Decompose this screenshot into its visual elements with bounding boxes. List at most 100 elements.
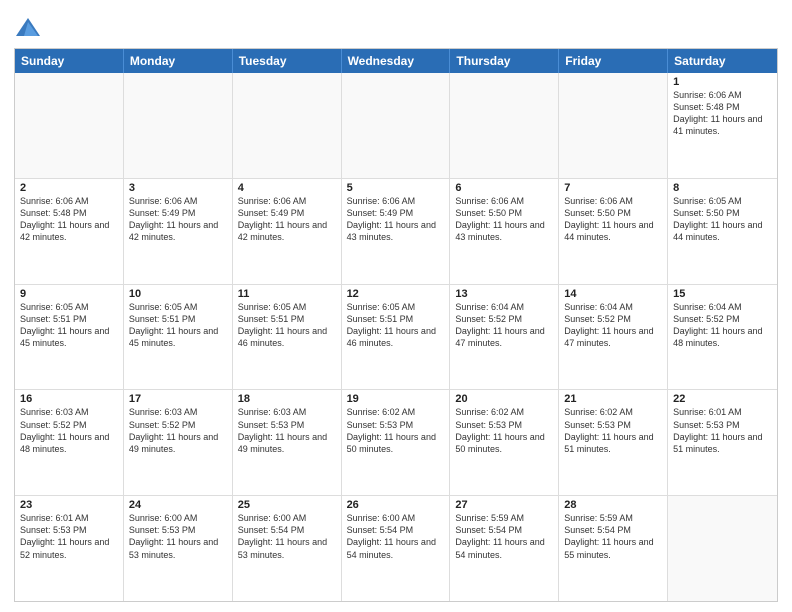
day-number: 26	[347, 499, 445, 511]
calendar-cell: 17Sunrise: 6:03 AM Sunset: 5:52 PM Dayli…	[124, 390, 233, 495]
day-number: 21	[564, 393, 662, 405]
cell-text: Sunrise: 6:06 AM Sunset: 5:49 PM Dayligh…	[347, 195, 445, 244]
day-number: 20	[455, 393, 553, 405]
day-number: 5	[347, 182, 445, 194]
cell-text: Sunrise: 6:01 AM Sunset: 5:53 PM Dayligh…	[673, 406, 772, 455]
calendar-cell: 9Sunrise: 6:05 AM Sunset: 5:51 PM Daylig…	[15, 285, 124, 390]
calendar-cell: 13Sunrise: 6:04 AM Sunset: 5:52 PM Dayli…	[450, 285, 559, 390]
calendar-cell: 11Sunrise: 6:05 AM Sunset: 5:51 PM Dayli…	[233, 285, 342, 390]
calendar: SundayMondayTuesdayWednesdayThursdayFrid…	[14, 48, 778, 602]
calendar-cell: 14Sunrise: 6:04 AM Sunset: 5:52 PM Dayli…	[559, 285, 668, 390]
day-number: 3	[129, 182, 227, 194]
day-number: 25	[238, 499, 336, 511]
cell-text: Sunrise: 6:04 AM Sunset: 5:52 PM Dayligh…	[673, 301, 772, 350]
cell-text: Sunrise: 6:03 AM Sunset: 5:52 PM Dayligh…	[129, 406, 227, 455]
calendar-cell: 27Sunrise: 5:59 AM Sunset: 5:54 PM Dayli…	[450, 496, 559, 601]
day-number: 1	[673, 76, 772, 88]
calendar-cell: 4Sunrise: 6:06 AM Sunset: 5:49 PM Daylig…	[233, 179, 342, 284]
calendar-cell: 25Sunrise: 6:00 AM Sunset: 5:54 PM Dayli…	[233, 496, 342, 601]
calendar-cell: 16Sunrise: 6:03 AM Sunset: 5:52 PM Dayli…	[15, 390, 124, 495]
calendar-cell: 3Sunrise: 6:06 AM Sunset: 5:49 PM Daylig…	[124, 179, 233, 284]
calendar-cell: 7Sunrise: 6:06 AM Sunset: 5:50 PM Daylig…	[559, 179, 668, 284]
cell-text: Sunrise: 6:02 AM Sunset: 5:53 PM Dayligh…	[564, 406, 662, 455]
calendar-header: SundayMondayTuesdayWednesdayThursdayFrid…	[15, 49, 777, 73]
day-number: 19	[347, 393, 445, 405]
cell-text: Sunrise: 6:03 AM Sunset: 5:53 PM Dayligh…	[238, 406, 336, 455]
cell-text: Sunrise: 6:06 AM Sunset: 5:49 PM Dayligh…	[238, 195, 336, 244]
calendar-cell	[124, 73, 233, 178]
cell-text: Sunrise: 6:05 AM Sunset: 5:51 PM Dayligh…	[129, 301, 227, 350]
page: SundayMondayTuesdayWednesdayThursdayFrid…	[0, 0, 792, 612]
calendar-cell: 12Sunrise: 6:05 AM Sunset: 5:51 PM Dayli…	[342, 285, 451, 390]
day-number: 4	[238, 182, 336, 194]
day-number: 13	[455, 288, 553, 300]
logo-icon	[14, 14, 42, 42]
cell-text: Sunrise: 6:00 AM Sunset: 5:53 PM Dayligh…	[129, 512, 227, 561]
calendar-cell: 19Sunrise: 6:02 AM Sunset: 5:53 PM Dayli…	[342, 390, 451, 495]
header-day-wednesday: Wednesday	[342, 49, 451, 73]
header-day-friday: Friday	[559, 49, 668, 73]
calendar-cell: 23Sunrise: 6:01 AM Sunset: 5:53 PM Dayli…	[15, 496, 124, 601]
day-number: 9	[20, 288, 118, 300]
day-number: 16	[20, 393, 118, 405]
calendar-row-0: 1Sunrise: 6:06 AM Sunset: 5:48 PM Daylig…	[15, 73, 777, 178]
cell-text: Sunrise: 6:06 AM Sunset: 5:49 PM Dayligh…	[129, 195, 227, 244]
day-number: 18	[238, 393, 336, 405]
cell-text: Sunrise: 6:05 AM Sunset: 5:51 PM Dayligh…	[20, 301, 118, 350]
calendar-cell: 22Sunrise: 6:01 AM Sunset: 5:53 PM Dayli…	[668, 390, 777, 495]
calendar-row-3: 16Sunrise: 6:03 AM Sunset: 5:52 PM Dayli…	[15, 389, 777, 495]
calendar-cell: 8Sunrise: 6:05 AM Sunset: 5:50 PM Daylig…	[668, 179, 777, 284]
cell-text: Sunrise: 6:03 AM Sunset: 5:52 PM Dayligh…	[20, 406, 118, 455]
day-number: 15	[673, 288, 772, 300]
calendar-cell: 15Sunrise: 6:04 AM Sunset: 5:52 PM Dayli…	[668, 285, 777, 390]
calendar-cell	[233, 73, 342, 178]
calendar-cell: 26Sunrise: 6:00 AM Sunset: 5:54 PM Dayli…	[342, 496, 451, 601]
day-number: 8	[673, 182, 772, 194]
calendar-cell	[15, 73, 124, 178]
day-number: 17	[129, 393, 227, 405]
cell-text: Sunrise: 6:04 AM Sunset: 5:52 PM Dayligh…	[455, 301, 553, 350]
cell-text: Sunrise: 5:59 AM Sunset: 5:54 PM Dayligh…	[455, 512, 553, 561]
day-number: 2	[20, 182, 118, 194]
header	[14, 10, 778, 42]
day-number: 6	[455, 182, 553, 194]
header-day-sunday: Sunday	[15, 49, 124, 73]
cell-text: Sunrise: 6:01 AM Sunset: 5:53 PM Dayligh…	[20, 512, 118, 561]
calendar-cell: 20Sunrise: 6:02 AM Sunset: 5:53 PM Dayli…	[450, 390, 559, 495]
calendar-cell	[668, 496, 777, 601]
day-number: 28	[564, 499, 662, 511]
calendar-cell: 1Sunrise: 6:06 AM Sunset: 5:48 PM Daylig…	[668, 73, 777, 178]
calendar-cell: 5Sunrise: 6:06 AM Sunset: 5:49 PM Daylig…	[342, 179, 451, 284]
header-day-saturday: Saturday	[668, 49, 777, 73]
cell-text: Sunrise: 6:05 AM Sunset: 5:50 PM Dayligh…	[673, 195, 772, 244]
calendar-cell: 6Sunrise: 6:06 AM Sunset: 5:50 PM Daylig…	[450, 179, 559, 284]
calendar-row-1: 2Sunrise: 6:06 AM Sunset: 5:48 PM Daylig…	[15, 178, 777, 284]
day-number: 27	[455, 499, 553, 511]
cell-text: Sunrise: 6:05 AM Sunset: 5:51 PM Dayligh…	[347, 301, 445, 350]
cell-text: Sunrise: 6:05 AM Sunset: 5:51 PM Dayligh…	[238, 301, 336, 350]
day-number: 22	[673, 393, 772, 405]
calendar-row-4: 23Sunrise: 6:01 AM Sunset: 5:53 PM Dayli…	[15, 495, 777, 601]
calendar-cell: 10Sunrise: 6:05 AM Sunset: 5:51 PM Dayli…	[124, 285, 233, 390]
cell-text: Sunrise: 6:06 AM Sunset: 5:50 PM Dayligh…	[564, 195, 662, 244]
day-number: 23	[20, 499, 118, 511]
logo	[14, 14, 44, 42]
day-number: 12	[347, 288, 445, 300]
calendar-cell: 24Sunrise: 6:00 AM Sunset: 5:53 PM Dayli…	[124, 496, 233, 601]
cell-text: Sunrise: 6:02 AM Sunset: 5:53 PM Dayligh…	[455, 406, 553, 455]
cell-text: Sunrise: 6:00 AM Sunset: 5:54 PM Dayligh…	[238, 512, 336, 561]
header-day-thursday: Thursday	[450, 49, 559, 73]
day-number: 10	[129, 288, 227, 300]
calendar-cell: 2Sunrise: 6:06 AM Sunset: 5:48 PM Daylig…	[15, 179, 124, 284]
day-number: 14	[564, 288, 662, 300]
calendar-cell	[342, 73, 451, 178]
day-number: 24	[129, 499, 227, 511]
calendar-body: 1Sunrise: 6:06 AM Sunset: 5:48 PM Daylig…	[15, 73, 777, 601]
calendar-cell	[450, 73, 559, 178]
calendar-cell: 21Sunrise: 6:02 AM Sunset: 5:53 PM Dayli…	[559, 390, 668, 495]
header-day-monday: Monday	[124, 49, 233, 73]
calendar-cell	[559, 73, 668, 178]
cell-text: Sunrise: 6:04 AM Sunset: 5:52 PM Dayligh…	[564, 301, 662, 350]
calendar-cell: 28Sunrise: 5:59 AM Sunset: 5:54 PM Dayli…	[559, 496, 668, 601]
calendar-row-2: 9Sunrise: 6:05 AM Sunset: 5:51 PM Daylig…	[15, 284, 777, 390]
